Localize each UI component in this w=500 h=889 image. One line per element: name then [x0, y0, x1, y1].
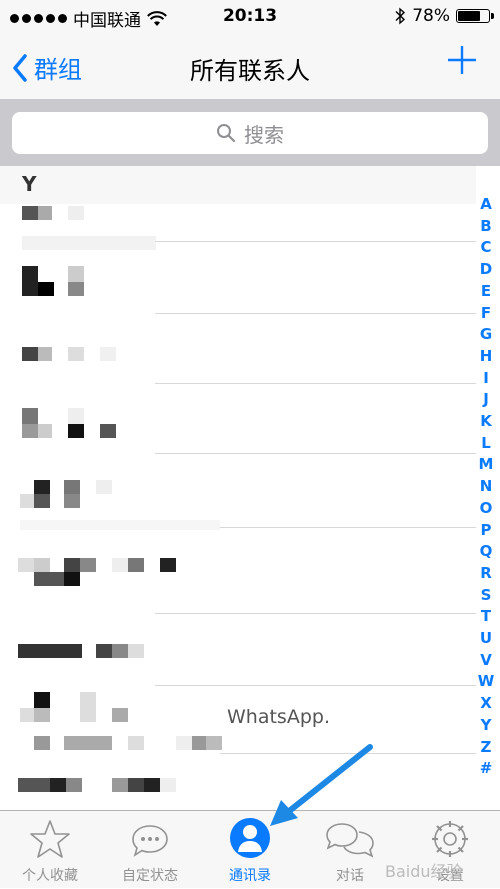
tab-contacts-label: 通讯录	[229, 868, 271, 884]
gear-icon	[432, 821, 468, 857]
index-letter[interactable]: B	[480, 216, 491, 238]
list-item[interactable]	[0, 754, 476, 814]
tab-status[interactable]: 自定状态	[100, 811, 200, 889]
tab-favorites[interactable]: 个人收藏	[0, 811, 100, 889]
index-letter[interactable]: O	[480, 498, 493, 520]
index-letter[interactable]: E	[481, 281, 491, 303]
index-letter[interactable]: X	[480, 693, 492, 715]
index-letter[interactable]: J	[483, 389, 489, 411]
search-placeholder: 搜索	[244, 122, 284, 147]
section-letter: Y	[22, 172, 37, 196]
index-letter[interactable]: Q	[480, 541, 493, 563]
tab-favorites-label: 个人收藏	[22, 868, 78, 884]
index-letter[interactable]: P	[481, 520, 492, 542]
status-bar: 中国联通 20:13 78%	[0, 0, 500, 34]
navigation-bar: 群组 所有联系人	[0, 34, 500, 100]
section-header: Y	[0, 166, 476, 204]
bluetooth-icon	[395, 7, 406, 25]
index-letter[interactable]: A	[480, 194, 492, 216]
index-letter[interactable]: #	[480, 758, 493, 780]
star-icon	[30, 820, 70, 858]
index-letter[interactable]: W	[478, 671, 495, 693]
index-letter[interactable]: L	[481, 433, 491, 455]
list-item[interactable]	[0, 384, 476, 454]
chat-bubble-icon	[132, 825, 168, 857]
index-letter[interactable]: D	[480, 259, 492, 281]
index-letter[interactable]: C	[480, 237, 491, 259]
search-bar: 搜索	[0, 100, 500, 166]
plus-icon	[448, 46, 476, 74]
whatsapp-label: WhatsApp.	[227, 706, 330, 728]
battery-icon	[456, 9, 494, 23]
index-letter[interactable]: T	[481, 606, 491, 628]
battery-percent: 78%	[412, 6, 450, 26]
index-letter[interactable]: R	[480, 563, 492, 585]
person-icon	[230, 818, 270, 858]
page-title: 所有联系人	[190, 57, 310, 85]
search-input[interactable]: 搜索	[12, 112, 488, 154]
index-letter[interactable]: G	[480, 324, 492, 346]
list-item[interactable]	[0, 454, 476, 530]
list-item[interactable]	[0, 204, 476, 250]
index-letter[interactable]: K	[480, 411, 492, 433]
index-letter[interactable]: V	[480, 650, 492, 672]
section-index[interactable]: A B C D E F G H I J K L M N O P Q R S T U V W X Y Z #	[476, 194, 496, 780]
chats-icon	[326, 823, 374, 858]
index-letter[interactable]: M	[479, 454, 494, 476]
index-letter[interactable]: N	[480, 476, 493, 498]
index-letter[interactable]: Y	[481, 715, 492, 737]
tab-status-label: 自定状态	[122, 868, 178, 884]
index-letter[interactable]: Z	[481, 737, 492, 759]
list-item[interactable]	[0, 242, 476, 314]
list-item[interactable]	[0, 528, 476, 614]
search-icon	[217, 124, 236, 143]
index-letter[interactable]: F	[481, 303, 491, 325]
index-letter[interactable]: I	[483, 368, 489, 390]
list-item[interactable]	[0, 314, 476, 384]
index-letter[interactable]: U	[480, 628, 492, 650]
index-letter[interactable]: H	[480, 346, 493, 368]
tab-contacts[interactable]: 通讯录	[200, 811, 300, 889]
watermark-text: Baidu经验	[385, 862, 463, 881]
status-right: 78%	[394, 6, 494, 26]
index-letter[interactable]: S	[481, 585, 492, 607]
add-contact-button[interactable]	[446, 44, 478, 80]
list-item[interactable]	[0, 614, 476, 686]
tab-chats-label: 对话	[336, 868, 364, 884]
